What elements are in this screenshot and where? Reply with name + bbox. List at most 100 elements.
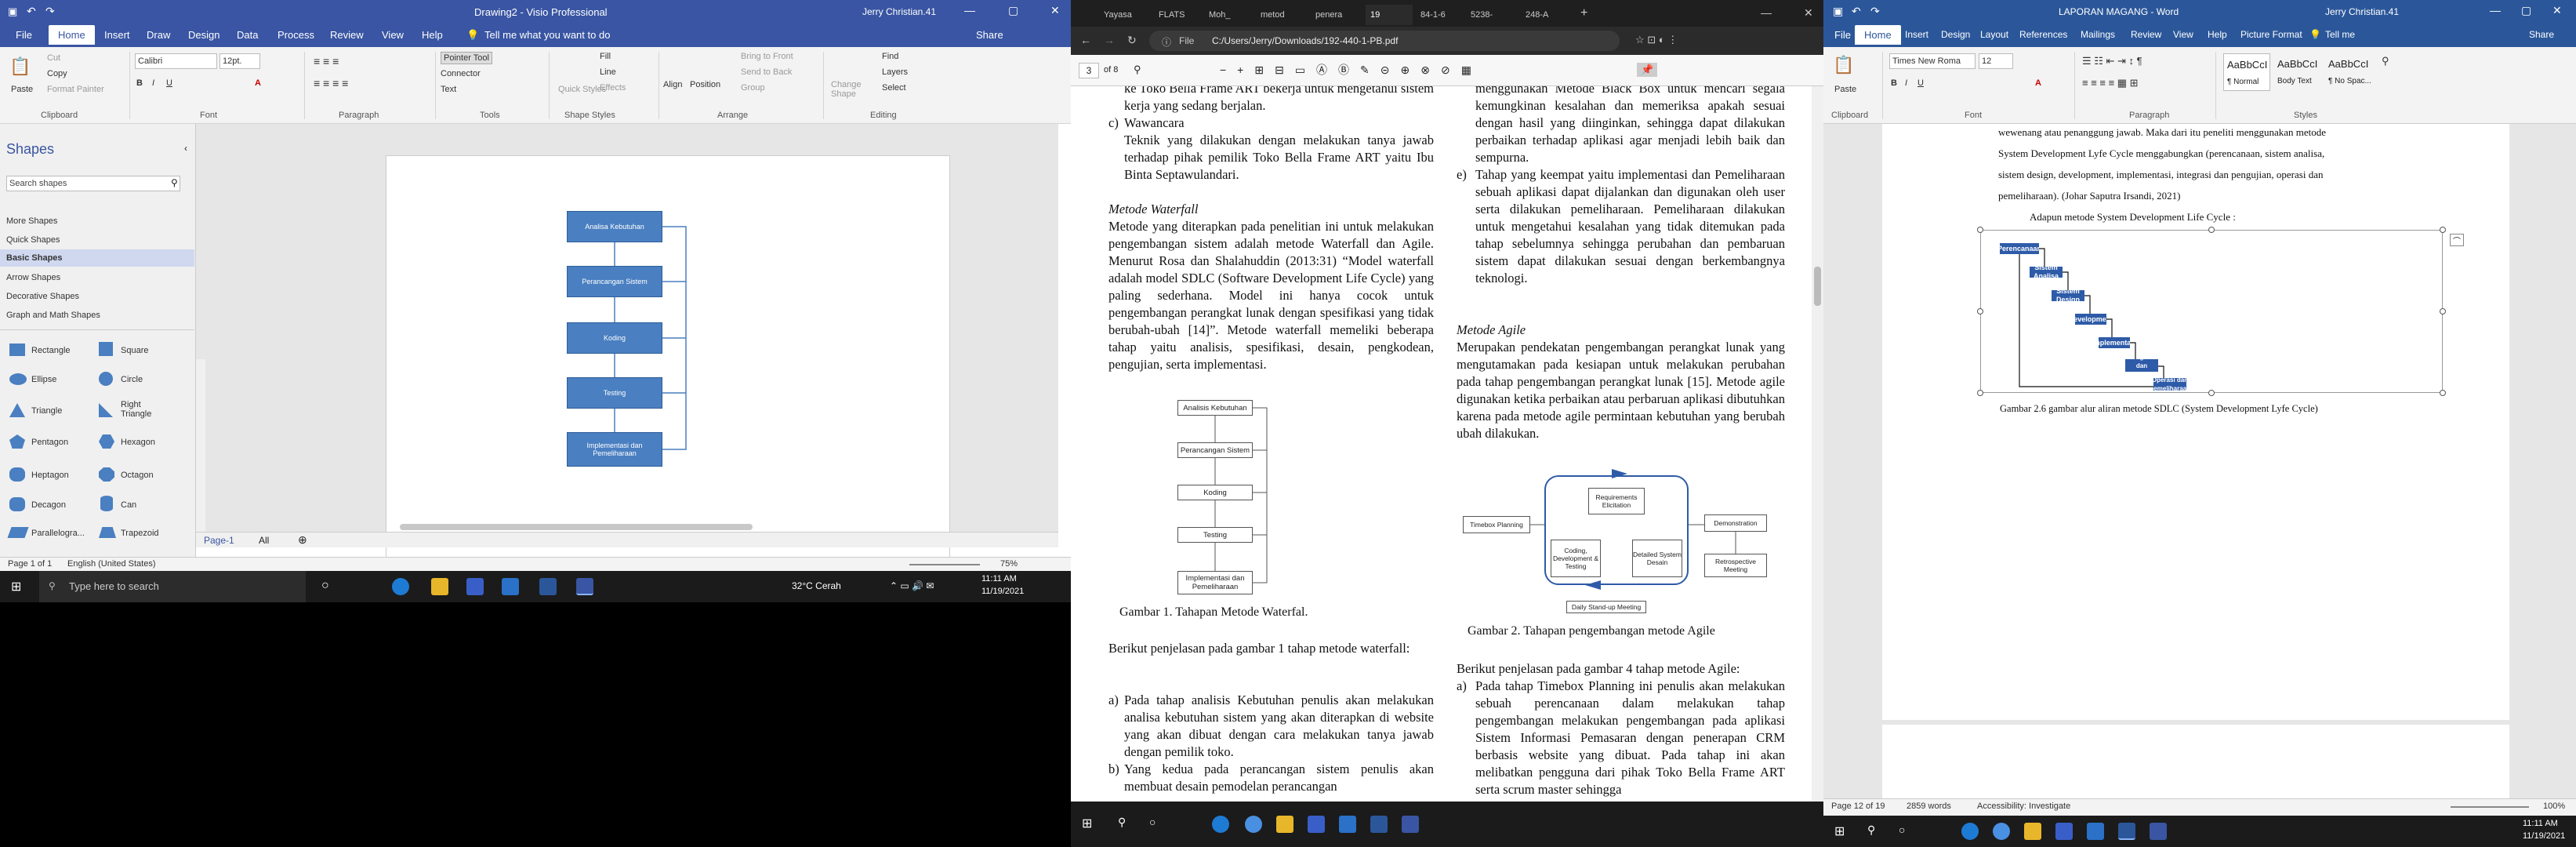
stencil-square[interactable]: Square — [121, 346, 148, 355]
tab-review[interactable]: Review — [2131, 29, 2161, 40]
text-tool-button[interactable]: Text — [441, 85, 456, 94]
select-button[interactable]: Select — [882, 83, 906, 93]
tray-icons[interactable]: ⌃ ▭ 🔊 ✉ — [890, 580, 934, 591]
stencil-hexagon[interactable]: Hexagon — [121, 438, 155, 447]
tab-view[interactable]: View — [382, 29, 404, 41]
page-number-input[interactable]: 3 — [1079, 63, 1099, 78]
italic-icon[interactable]: I — [152, 78, 154, 88]
align-icons[interactable]: ≡ ≡ ≡ — [314, 55, 339, 67]
stencil-right-triangle[interactable]: Right Triangle — [121, 400, 168, 419]
redo-icon[interactable]: ↷ — [1870, 5, 1880, 18]
cut-button[interactable]: Cut — [47, 53, 60, 63]
pointer-tool-button[interactable]: Pointer Tool — [441, 52, 492, 64]
stencil-octagon[interactable]: Octagon — [121, 471, 154, 480]
search-icon[interactable]: ⚲ — [1867, 823, 1875, 837]
scrollbar-thumb[interactable] — [1814, 267, 1821, 306]
stencil-decagon[interactable]: Decagon — [31, 500, 66, 510]
category-decorative-shapes[interactable]: Decorative Shapes — [6, 292, 79, 301]
back-icon[interactable]: ← — [1080, 34, 1091, 46]
tab-home[interactable]: Home — [49, 25, 95, 45]
browser-tab[interactable]: metod — [1256, 5, 1308, 25]
taskbar-search-input[interactable]: Type here to search — [69, 580, 159, 592]
category-graph-math[interactable]: Graph and Math Shapes — [6, 311, 100, 320]
send-back-button[interactable]: Send to Back — [741, 67, 792, 77]
windows-start-icon[interactable]: ⊞ — [1082, 816, 1092, 831]
stencil-heptagon[interactable]: Heptagon — [31, 471, 69, 480]
align-button[interactable]: Align — [663, 80, 682, 89]
page-tab[interactable]: Page-1 — [204, 535, 234, 546]
tab-insert[interactable]: Insert — [104, 29, 130, 41]
paste-button[interactable]: Paste — [11, 85, 33, 94]
bold-icon[interactable]: B — [136, 78, 143, 88]
close-icon[interactable]: ✕ — [2552, 4, 2562, 17]
pin-icon[interactable]: 📌 — [1637, 63, 1658, 77]
chrome-icon[interactable] — [1245, 816, 1262, 833]
quick-styles-button[interactable]: Quick Styles — [558, 85, 606, 94]
zoom-level[interactable]: 75% — [1000, 559, 1018, 569]
user-name[interactable]: Jerry Christian.41 — [862, 6, 936, 17]
share-button[interactable]: Share — [976, 29, 1003, 41]
category-arrow-shapes[interactable]: Arrow Shapes — [6, 273, 60, 282]
paste-icon[interactable]: 📋 — [1833, 55, 1854, 75]
browser-tab[interactable]: 84-1-6 — [1416, 5, 1463, 25]
share-button[interactable]: Share — [2529, 29, 2554, 40]
pdf-tool-icons[interactable]: −+⊞⊟▭ⒶⒷ✎⊝⊕⊗⊘▦ — [1220, 62, 1482, 78]
group-button[interactable]: Group — [741, 83, 765, 93]
stencil-ellipse[interactable]: Ellipse — [31, 375, 56, 384]
find-button[interactable]: Find — [882, 52, 898, 61]
redo-icon[interactable]: ↷ — [45, 5, 55, 18]
store-icon[interactable] — [2055, 823, 2073, 840]
tab-review[interactable]: Review — [330, 29, 364, 41]
stencil-triangle[interactable]: Triangle — [31, 406, 62, 416]
minimize-icon[interactable]: — — [964, 4, 975, 16]
page-indicator[interactable]: Page 12 of 19 — [1831, 802, 1885, 811]
cortana-icon[interactable]: ○ — [1899, 823, 1905, 836]
font-name-select[interactable]: Calibri — [135, 53, 217, 69]
zoom-slider[interactable] — [909, 564, 980, 565]
stencil-circle[interactable]: Circle — [121, 375, 143, 384]
pdf-scrollbar[interactable] — [1812, 86, 1823, 802]
user-name[interactable]: Jerry Christian.41 — [2325, 6, 2399, 17]
bold-icon[interactable]: B — [1891, 78, 1897, 88]
zoom-slider[interactable] — [2451, 806, 2529, 808]
undo-icon[interactable]: ↶ — [27, 5, 36, 18]
category-more-shapes[interactable]: More Shapes — [6, 216, 57, 226]
windows-start-icon[interactable]: ⊞ — [1834, 823, 1845, 839]
underline-icon[interactable]: U — [1917, 78, 1924, 88]
drawing-canvas[interactable]: Analisa Kebutuhan Perancangan Sistem Kod… — [196, 124, 1058, 594]
tab-file[interactable]: File — [16, 29, 32, 41]
save-icon[interactable]: ▣ — [1833, 5, 1843, 18]
mail-icon[interactable] — [502, 578, 519, 595]
tell-me-input[interactable]: Tell me — [2325, 29, 2355, 40]
browser-tab[interactable]: 5238- — [1466, 5, 1518, 25]
search-icon[interactable]: ⚲ — [171, 177, 178, 188]
chrome-icon[interactable] — [1993, 823, 2010, 840]
browser-tab[interactable]: FLATS — [1154, 5, 1201, 25]
tab-help[interactable]: Help — [2208, 29, 2227, 40]
cortana-icon[interactable]: ○ — [1149, 816, 1156, 828]
tab-design[interactable]: Design — [1941, 29, 1970, 40]
font-color-icon[interactable]: A — [255, 78, 261, 88]
tab-mailings[interactable]: Mailings — [2081, 29, 2115, 40]
zoom-level[interactable]: 100% — [2543, 802, 2565, 811]
tab-picture-format[interactable]: Picture Format — [2240, 29, 2302, 40]
tab-references[interactable]: References — [2019, 29, 2067, 40]
style-normal[interactable]: AaBbCcI ¶ Normal — [2223, 53, 2270, 91]
tab-design[interactable]: Design — [188, 29, 220, 41]
windows-start-icon[interactable]: ⊞ — [11, 579, 21, 594]
browser-tab[interactable]: Moh_ — [1204, 5, 1251, 25]
store-icon[interactable] — [466, 578, 484, 595]
visio-taskbar-icon[interactable] — [2150, 823, 2167, 840]
editing-icon[interactable]: ⚲ — [2382, 55, 2389, 67]
edge-icon[interactable] — [1961, 823, 1979, 840]
all-pages-tab[interactable]: All — [259, 535, 269, 546]
minimize-icon[interactable]: — — [2490, 4, 2501, 16]
tab-help[interactable]: Help — [422, 29, 443, 41]
tab-layout[interactable]: Layout — [1980, 29, 2008, 40]
stencil-pentagon[interactable]: Pentagon — [31, 438, 68, 447]
edge-icon[interactable] — [1212, 816, 1229, 833]
word-count[interactable]: 2859 words — [1907, 802, 1951, 811]
fill-button[interactable]: Fill — [600, 52, 611, 61]
horizontal-scrollbar[interactable] — [400, 524, 753, 530]
tab-file[interactable]: File — [1834, 29, 1851, 41]
